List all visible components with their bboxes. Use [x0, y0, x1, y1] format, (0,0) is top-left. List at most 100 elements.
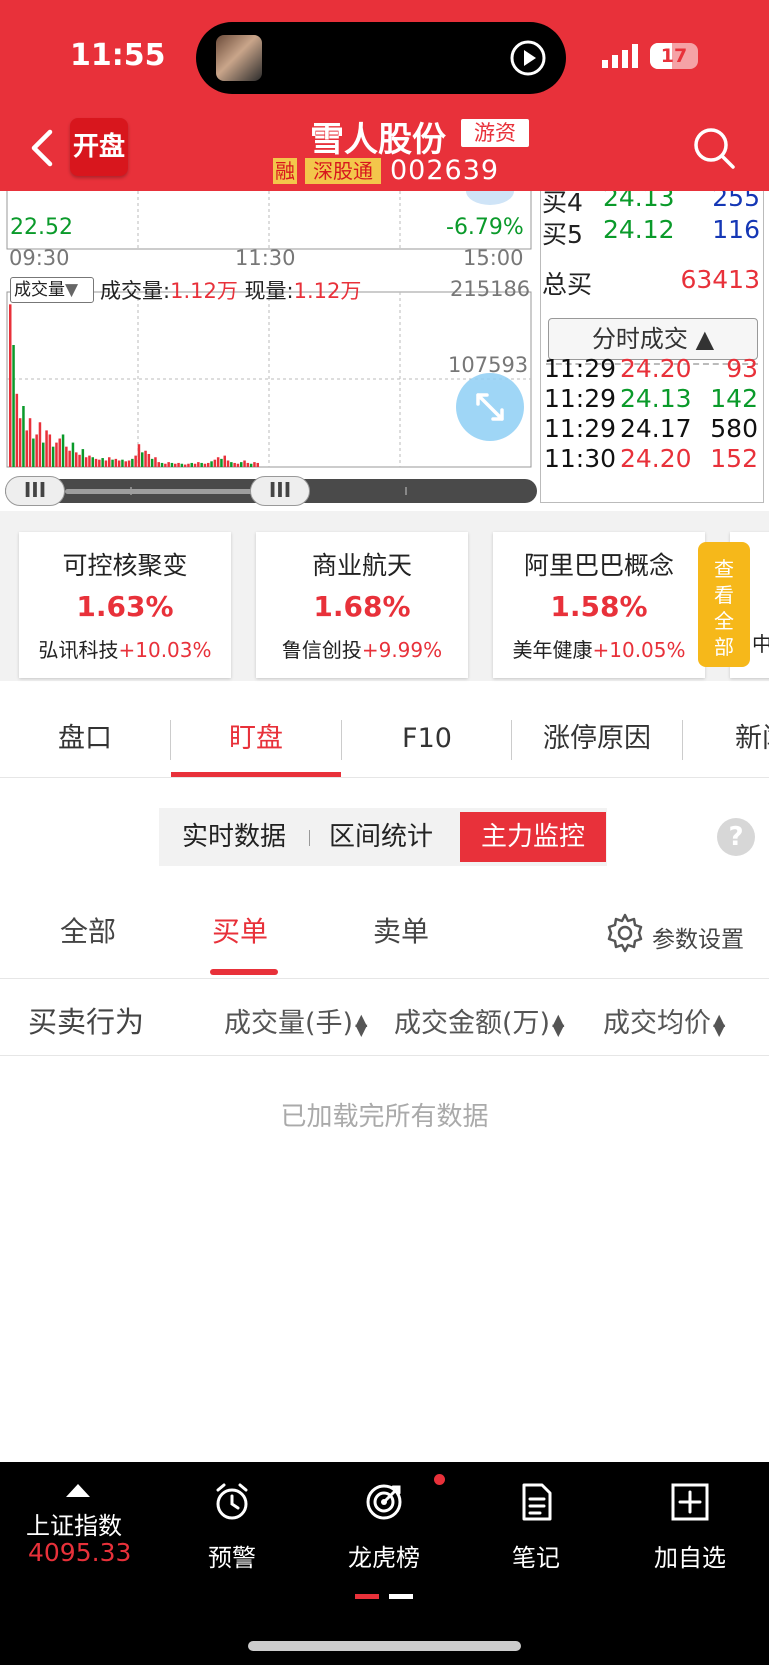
- volume-bar: [256, 462, 259, 467]
- concept-name: 阿里巴巴概念: [523, 551, 674, 580]
- fullscreen-button[interactable]: [456, 373, 524, 441]
- volume-bar: [117, 460, 121, 467]
- col-volume[interactable]: 成交量(手) ▲ ▼: [224, 1001, 369, 1040]
- play-icon[interactable]: [508, 38, 548, 78]
- volume-bar: [71, 442, 75, 467]
- volume-bar: [91, 457, 94, 467]
- concept-card[interactable]: 商业航天 1.68% 鲁信创投+9.99%: [256, 532, 468, 678]
- trade-time: 11:30: [544, 444, 617, 473]
- volume-bar: [230, 462, 233, 467]
- concept-pct: 1.63%: [76, 590, 174, 623]
- sort-icon: ▲ ▼: [713, 1009, 726, 1039]
- nav-alert[interactable]: 预警: [172, 1472, 292, 1582]
- kaipan-logo-button[interactable]: 开盘: [70, 118, 128, 176]
- volume-bars: [9, 304, 259, 467]
- concept-card[interactable]: 阿里巴巴概念 1.58% 美年健康+10.05%: [493, 532, 705, 678]
- caret-up-icon: ▲: [695, 325, 715, 353]
- volume-bar: [9, 304, 12, 467]
- index-ticker-button[interactable]: 上证指数 4095.33: [18, 1472, 138, 1582]
- volume-bar: [111, 459, 114, 467]
- time-range-scroller[interactable]: III III: [5, 476, 537, 506]
- volume-bar: [28, 418, 32, 467]
- concept-leader: 鲁信创投+9.99%: [256, 634, 468, 663]
- range-handle-right[interactable]: III: [250, 476, 310, 506]
- volume-bar: [108, 457, 111, 467]
- nav-notes[interactable]: 笔记: [476, 1472, 596, 1582]
- note-icon: [522, 1483, 552, 1521]
- battery-level: 17: [660, 45, 688, 67]
- volume-bar: [65, 446, 68, 467]
- volume-bar: [18, 418, 22, 467]
- volume-bar: [193, 463, 197, 467]
- tab-f10[interactable]: F10: [342, 700, 512, 778]
- order-book-row: 买5 24.12 116: [540, 215, 764, 249]
- subtab-sell-orders[interactable]: 卖单: [373, 910, 429, 966]
- concept-card-partial-text: 中: [752, 632, 769, 656]
- volume-bar: [144, 450, 147, 467]
- search-icon[interactable]: [692, 126, 736, 170]
- segment-realtime-data[interactable]: 实时数据: [159, 812, 309, 862]
- segment-interval-stats[interactable]: 区间统计: [311, 812, 451, 862]
- sort-icon: ▲ ▼: [355, 1009, 368, 1039]
- tab-pankou[interactable]: 盘口: [0, 700, 170, 778]
- col-avg-price[interactable]: 成交均价 ▲ ▼: [603, 1001, 727, 1040]
- volume-bar: [98, 459, 101, 467]
- tab-dingpan[interactable]: 盯盘: [171, 700, 341, 778]
- home-indicator[interactable]: [248, 1641, 521, 1651]
- tab-limit-up-reason[interactable]: 涨停原因: [512, 700, 682, 778]
- concept-card[interactable]: 可控核聚变 1.63% 弘讯科技+10.03%: [19, 532, 231, 678]
- volume-bar: [81, 449, 85, 467]
- volume-bar: [124, 461, 127, 467]
- nav-notes-label: 笔记: [512, 1544, 560, 1572]
- parameter-settings-label: 参数设置: [652, 927, 744, 953]
- hot-money-badge[interactable]: 游资: [461, 119, 529, 147]
- trade-price: 24.20: [620, 354, 692, 383]
- subtab-all[interactable]: 全部: [60, 910, 116, 966]
- add-square-icon: [671, 1483, 709, 1521]
- volume-bar: [200, 462, 203, 467]
- col-amount[interactable]: 成交金额(万) ▲ ▼: [394, 1001, 566, 1040]
- back-arrow-icon[interactable]: [26, 128, 56, 168]
- dynamic-island[interactable]: [196, 22, 566, 94]
- nav-dragon-tiger[interactable]: 龙虎榜: [324, 1472, 444, 1582]
- bottom-toolbar: 上证指数 4095.33 预警 龙虎榜 笔记 加自选: [0, 1462, 769, 1665]
- level-price: 24.13: [603, 191, 675, 212]
- volume-bar: [58, 438, 61, 467]
- subtab-buy-orders[interactable]: 买单: [212, 910, 268, 966]
- tab-news[interactable]: 新闻: [683, 700, 769, 778]
- volume-bar: [32, 438, 35, 467]
- volume-bar: [177, 462, 180, 467]
- status-time: 11:55: [70, 38, 166, 73]
- active-tab-indicator: [171, 772, 341, 777]
- help-icon[interactable]: ?: [717, 818, 755, 856]
- page-indicator-active: [355, 1594, 379, 1599]
- trade-price: 24.13: [620, 384, 692, 413]
- segment-main-force-monitor[interactable]: 主力监控: [460, 812, 606, 862]
- volume-bar: [236, 463, 240, 467]
- alarm-clock-icon: [216, 1483, 248, 1520]
- trade-price: 24.17: [620, 414, 692, 443]
- volume-bar: [167, 462, 170, 467]
- volume-bar: [243, 460, 246, 467]
- volume-bar: [197, 462, 200, 467]
- expand-icon: [476, 393, 504, 421]
- view-all-concepts-button[interactable]: 查 看 全 部: [698, 542, 750, 667]
- volume-bar: [121, 459, 124, 467]
- media-artwork-icon: [216, 35, 262, 81]
- volume-bar: [104, 460, 108, 467]
- level-price: 24.12: [603, 215, 675, 244]
- volume-bar: [51, 446, 55, 467]
- range-handle-left[interactable]: III: [5, 476, 65, 506]
- volume-bar: [75, 452, 78, 467]
- volume-bar: [12, 345, 15, 467]
- margin-badge: 融: [273, 158, 297, 184]
- nav-add-watchlist[interactable]: 加自选: [630, 1472, 750, 1582]
- volume-bar: [160, 462, 164, 467]
- volume-bar: [154, 457, 157, 467]
- volume-bar: [88, 455, 91, 467]
- subtab-indicator: [210, 969, 278, 975]
- concept-leader: 弘讯科技+10.03%: [19, 634, 231, 663]
- nav-add-watchlist-label: 加自选: [654, 1544, 726, 1572]
- order-book-panel: 买4 24.13 255 买5 24.12 116 总买 63413 分时成交 ▲ 11:…: [540, 191, 766, 503]
- level-label: 买5: [542, 220, 583, 249]
